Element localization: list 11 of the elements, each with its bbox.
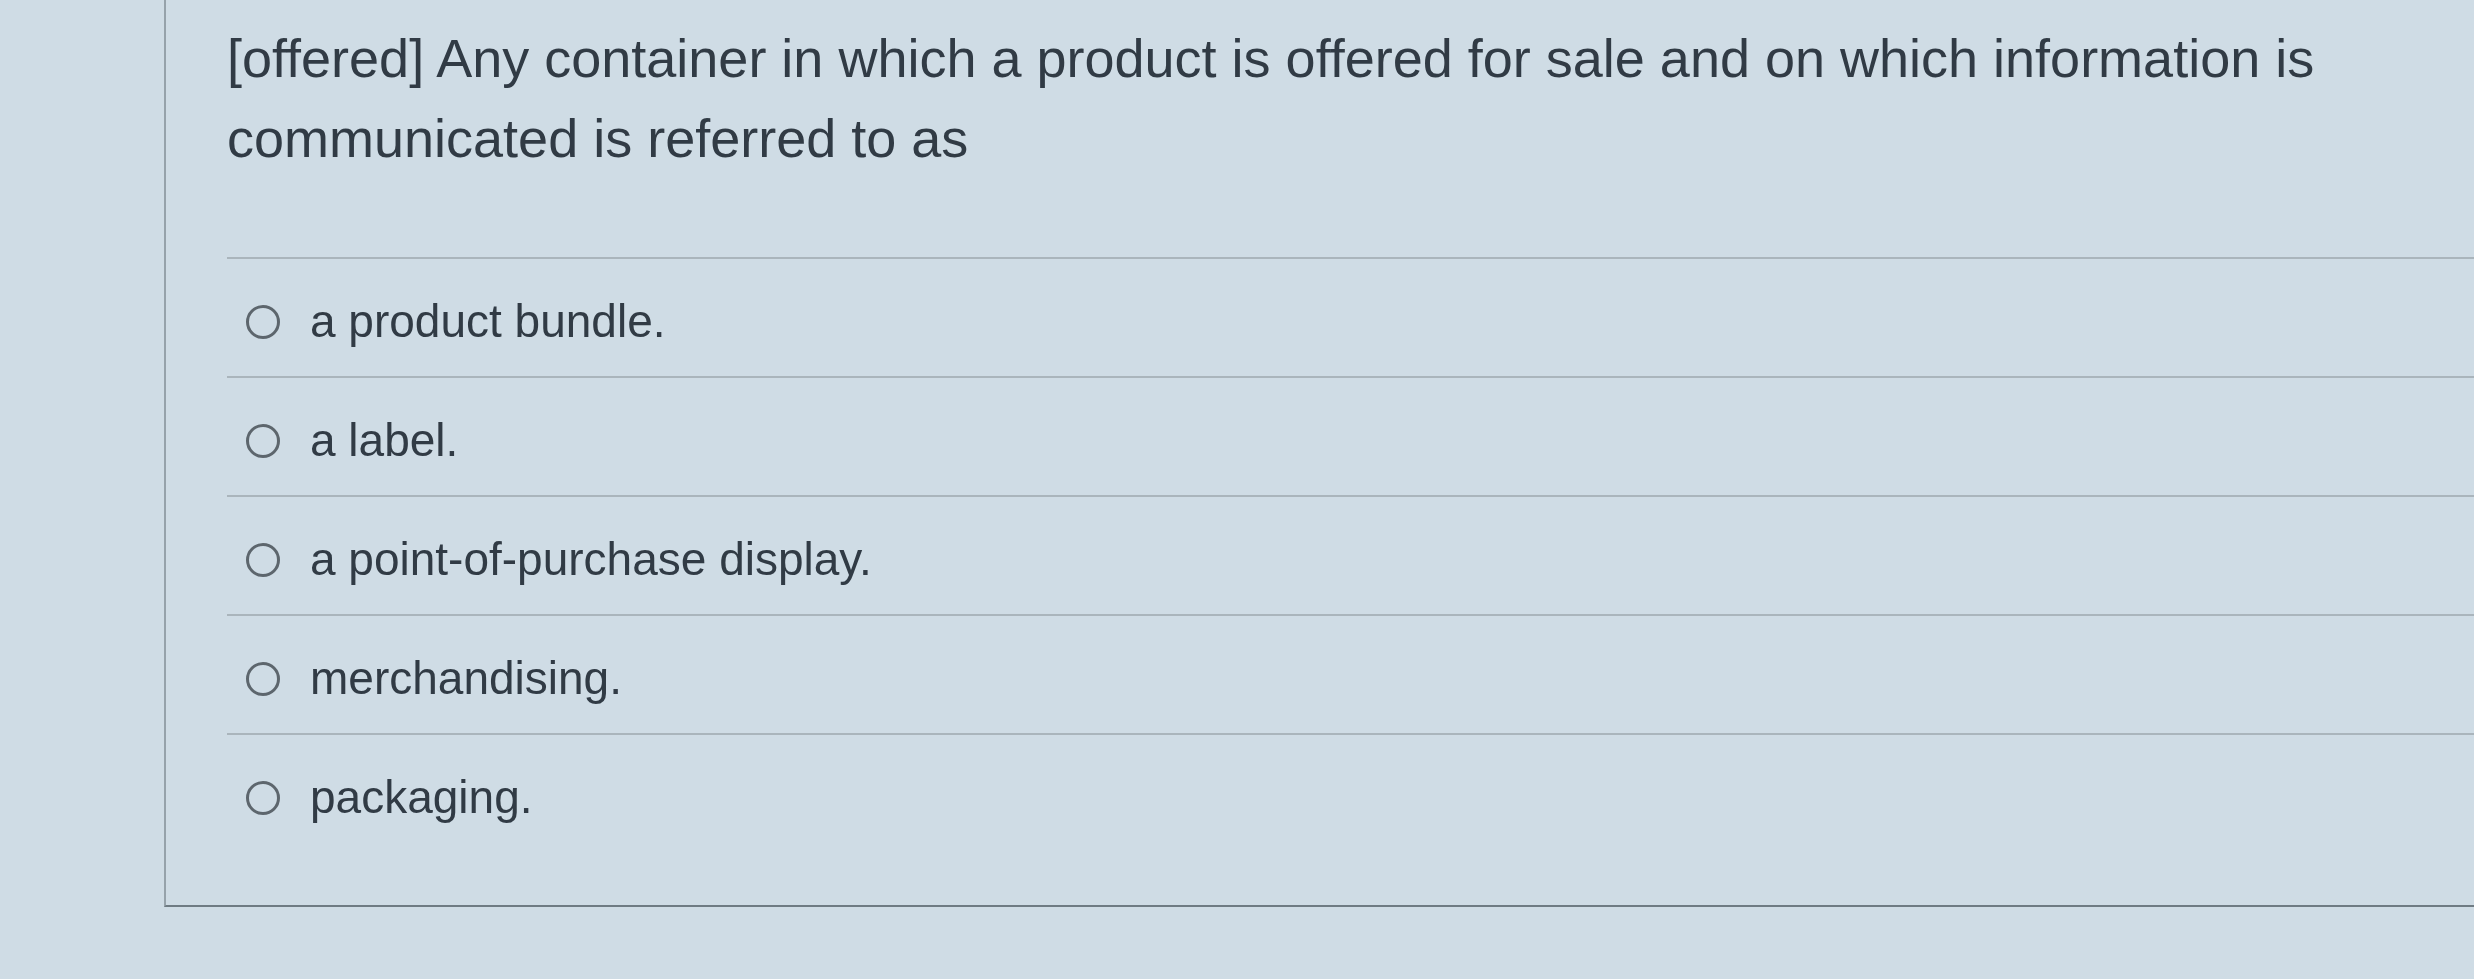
question-text: [offered] Any container in which a product is offered for sale and on which information is communicated is referred to as: [227, 27, 2316, 170]
option-label[interactable]: a label.: [310, 412, 459, 469]
option-label[interactable]: packaging.: [310, 769, 533, 826]
radio-button[interactable]: [246, 542, 280, 577]
radio-button[interactable]: [246, 661, 280, 696]
option-label[interactable]: a product bundle.: [310, 293, 666, 350]
radio-button[interactable]: [246, 780, 280, 815]
option-label[interactable]: a point-of-purchase display.: [310, 531, 872, 588]
radio-button[interactable]: [246, 423, 280, 458]
option-label[interactable]: merchandising.: [310, 650, 622, 707]
radio-button[interactable]: [246, 304, 280, 339]
